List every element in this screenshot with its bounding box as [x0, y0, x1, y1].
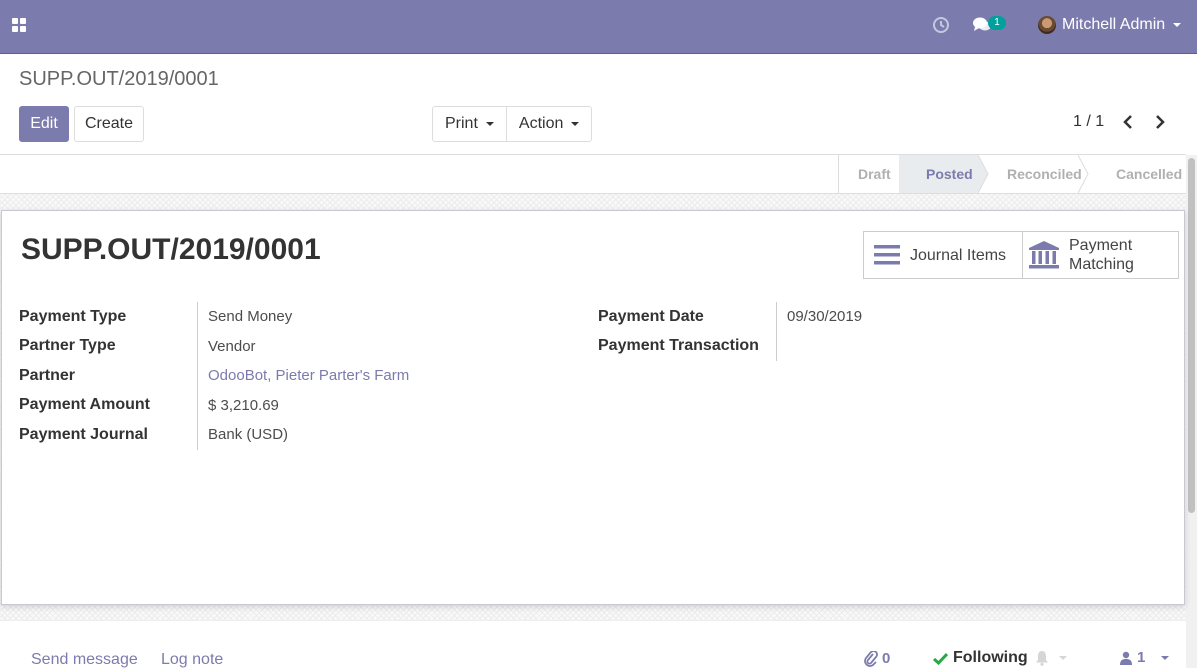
field-row-payment-date: Payment Date 09/30/2019: [598, 302, 1158, 332]
field-label: Partner: [19, 361, 198, 391]
field-group-left: Payment Type Send Money Partner Type Ven…: [19, 302, 579, 450]
journal-items-button[interactable]: Journal Items: [864, 232, 1022, 278]
field-label: Payment Type: [19, 302, 198, 332]
action-dropdown[interactable]: Action: [505, 107, 591, 141]
field-row-payment-journal: Payment Journal Bank (USD): [19, 420, 579, 450]
apps-grid-icon[interactable]: [12, 18, 26, 32]
form-statusbar: Draft Posted Reconciled Cancelled: [0, 154, 1186, 194]
attachments-button[interactable]: 0: [864, 650, 890, 667]
journal-items-label: Journal Items: [910, 246, 1007, 264]
followers-count: 1: [1137, 649, 1146, 666]
action-label: Action: [518, 115, 564, 132]
edit-button[interactable]: Edit: [19, 106, 69, 142]
field-group-right: Payment Date 09/30/2019 Payment Transact…: [598, 302, 1158, 361]
print-label: Print: [445, 115, 478, 132]
following-button[interactable]: Following: [933, 649, 1028, 667]
field-row-partner-type: Partner Type Vendor: [19, 331, 579, 361]
status-step-label: Posted: [926, 166, 973, 182]
payment-matching-line2: Matching: [1069, 256, 1134, 273]
list-icon: [874, 245, 900, 265]
clock-icon[interactable]: [932, 16, 950, 34]
pager-value[interactable]: 1 / 1: [1073, 113, 1104, 131]
bank-icon: [1029, 241, 1059, 269]
bell-icon: [1036, 651, 1048, 666]
followers-button[interactable]: 1: [1120, 649, 1170, 666]
caret-down-icon: [571, 122, 580, 126]
status-step-label: Draft: [858, 166, 891, 182]
chatter: Send message Log note 0 Following 1: [0, 620, 1186, 668]
field-label: Payment Transaction: [598, 331, 777, 361]
messages-count-badge: 1: [988, 16, 1006, 30]
check-icon: [933, 652, 948, 665]
status-step-reconciled[interactable]: Reconciled: [978, 155, 1089, 193]
payment-matching-line1: Payment: [1069, 237, 1133, 254]
field-row-payment-type: Payment Type Send Money: [19, 302, 579, 332]
payment-matching-button[interactable]: Payment Matching: [1022, 232, 1178, 278]
field-label: Payment Amount: [19, 390, 198, 420]
status-step-cancelled[interactable]: Cancelled: [1088, 155, 1186, 193]
status-step-draft[interactable]: Draft: [838, 155, 910, 193]
status-step-label: Cancelled: [1116, 166, 1183, 182]
scrollbar-thumb[interactable]: [1188, 158, 1195, 513]
smart-buttons: Journal Items Payment Matching: [863, 231, 1179, 279]
field-row-partner: Partner OdooBot, Pieter Parter's Farm: [19, 361, 579, 391]
payment-date-value: 09/30/2019: [787, 308, 863, 326]
send-message-button[interactable]: Send message: [31, 651, 138, 668]
user-menu[interactable]: Mitchell Admin: [1038, 14, 1182, 36]
field-row-payment-transaction: Payment Transaction: [598, 331, 1158, 361]
status-step-posted: Posted: [899, 155, 989, 193]
field-label: Payment Date: [598, 302, 777, 332]
chevron-right-icon[interactable]: [1151, 112, 1169, 132]
print-dropdown[interactable]: Print: [433, 107, 506, 141]
following-label: Following: [953, 649, 1028, 666]
caret-down-icon: [485, 122, 494, 126]
payment-matching-label: Payment Matching: [1069, 236, 1134, 274]
record-title: SUPP.OUT/2019/0001: [21, 233, 321, 266]
status-steps: Draft Posted Reconciled Cancelled: [838, 155, 1186, 193]
payment-journal-value: Bank (USD): [208, 426, 289, 444]
scrollbar[interactable]: [1186, 155, 1197, 668]
toolbar-dropdowns: Print Action: [432, 106, 593, 142]
chevron-left-icon[interactable]: [1119, 112, 1137, 132]
partner-type-value: Vendor: [208, 337, 256, 355]
field-row-payment-amount: Payment Amount $ 3,210.69: [19, 390, 579, 420]
top-navbar: 1 Mitchell Admin: [0, 0, 1197, 54]
field-label: Payment Journal: [19, 420, 198, 450]
attachments-count: 0: [882, 650, 891, 667]
user-name: Mitchell Admin: [1062, 16, 1166, 33]
subscription-dropdown[interactable]: [1035, 650, 1069, 666]
status-step-label: Reconciled: [1007, 166, 1082, 182]
create-button[interactable]: Create: [74, 106, 144, 142]
field-label: Partner Type: [19, 331, 198, 361]
log-note-button[interactable]: Log note: [161, 651, 223, 668]
caret-down-icon: [1161, 655, 1170, 660]
payment-amount-value: $ 3,210.69: [208, 396, 279, 414]
payment-type-value: Send Money: [208, 308, 293, 326]
user-icon: [1120, 651, 1132, 665]
caret-down-icon: [1059, 656, 1067, 660]
paperclip-icon: [864, 650, 878, 667]
caret-down-icon: [1173, 23, 1182, 27]
avatar: [1038, 16, 1056, 34]
partner-link[interactable]: OdooBot, Pieter Parter's Farm: [198, 367, 409, 384]
breadcrumb: SUPP.OUT/2019/0001: [19, 68, 219, 90]
